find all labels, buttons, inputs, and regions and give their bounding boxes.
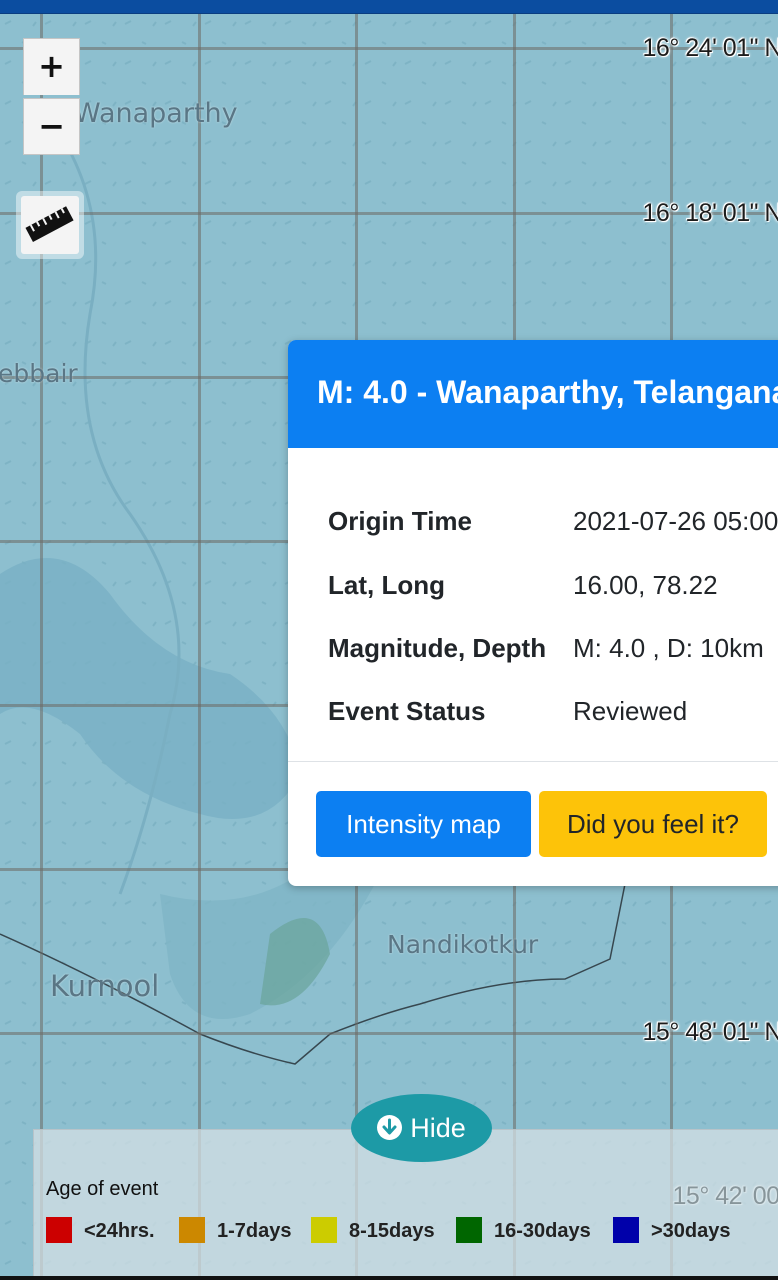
- arrow-down-circle-icon: [377, 1115, 403, 1140]
- detail-key: Magnitude, Depth: [328, 633, 547, 663]
- map-view[interactable]: 16° 24' 01" N 16° 18' 01" N 15° 48' 01" …: [0, 14, 778, 1280]
- popup-divider: [288, 761, 778, 762]
- detail-key: Origin Time: [328, 506, 472, 536]
- legend-label: 1-7days: [217, 1220, 292, 1242]
- detail-value: M: 4.0 , D: 10km: [573, 633, 764, 663]
- did-you-feel-it-button[interactable]: Did you feel it?: [539, 791, 767, 857]
- legend-swatch: [456, 1217, 482, 1243]
- latitude-label: 16° 18' 01" N: [642, 199, 778, 227]
- intensity-map-button[interactable]: Intensity map: [316, 791, 531, 857]
- popup-title: M: 4.0 - Wanaparthy, Telangana: [317, 374, 778, 410]
- detail-key: Event Status: [328, 696, 486, 726]
- place-label: ebbair: [0, 359, 78, 388]
- detail-row-event-status: Event Status Reviewed: [328, 696, 778, 736]
- measure-button[interactable]: [16, 191, 84, 259]
- legend-swatch: [179, 1217, 205, 1243]
- zoom-out-button[interactable]: −: [23, 98, 80, 155]
- screen: 16° 24' 01" N 16° 18' 01" N 15° 48' 01" …: [0, 0, 778, 1280]
- zoom-in-button[interactable]: +: [23, 38, 80, 95]
- bottom-edge: [0, 1276, 778, 1280]
- latitude-label: 15° 42' 00" N: [672, 1182, 778, 1210]
- grid-line: [198, 14, 201, 1280]
- event-popup: M: 4.0 - Wanaparthy, Telangana Origin Ti…: [288, 340, 778, 886]
- legend-label: 8-15days: [349, 1220, 435, 1242]
- detail-value: 2021-07-26 05:00: [573, 506, 778, 536]
- legend-swatch: [46, 1217, 72, 1243]
- legend-label: <24hrs.: [84, 1220, 155, 1242]
- detail-row-lat-long: Lat, Long 16.00, 78.22: [328, 570, 778, 610]
- hide-legend-button[interactable]: Hide: [351, 1094, 492, 1162]
- legend-swatch: [311, 1217, 337, 1243]
- hide-label: Hide: [410, 1113, 466, 1143]
- place-label-nandikotkur: Nandikotkur: [387, 930, 539, 959]
- legend-label: >30days: [651, 1220, 731, 1242]
- place-label-wanaparthy: Wanaparthy: [74, 98, 238, 129]
- status-bar: [0, 0, 778, 14]
- detail-value: 16.00, 78.22: [573, 570, 718, 600]
- popup-header: M: 4.0 - Wanaparthy, Telangana: [288, 340, 778, 448]
- detail-row-magnitude-depth: Magnitude, Depth M: 4.0 , D: 10km: [328, 633, 778, 673]
- place-label-kurnool: Kurnool: [50, 969, 160, 1003]
- ruler-icon: [25, 206, 74, 242]
- legend-title: Age of event: [46, 1178, 159, 1200]
- detail-row-origin-time: Origin Time 2021-07-26 05:00: [328, 506, 778, 546]
- latitude-label: 15° 48' 01" N: [642, 1018, 778, 1046]
- detail-key: Lat, Long: [328, 570, 445, 600]
- detail-value: Reviewed: [573, 696, 688, 726]
- legend-label: 16-30days: [494, 1220, 591, 1242]
- legend-swatch: [613, 1217, 639, 1243]
- latitude-label: 16° 24' 01" N: [642, 34, 778, 62]
